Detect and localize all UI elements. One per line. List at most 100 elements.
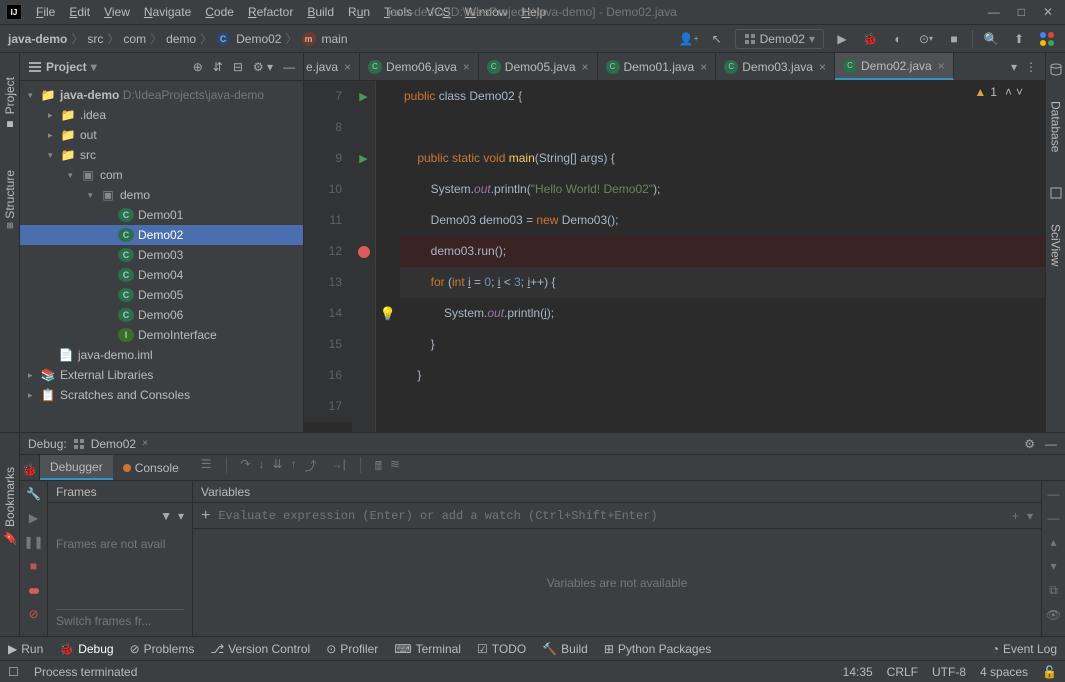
tree-root[interactable]: ▾📁java-demo D:\IdeaProjects\java-demo bbox=[20, 85, 303, 105]
tab-bookmarks[interactable]: 🔖 Bookmarks bbox=[1, 463, 19, 549]
select-opened-icon[interactable]: ⊕ bbox=[193, 60, 203, 74]
settings-icon[interactable]: ⚙ ▾ bbox=[253, 60, 273, 74]
run-gutter-icon[interactable]: ▶ bbox=[359, 152, 367, 165]
status-encoding[interactable]: UTF-8 bbox=[932, 665, 966, 679]
close-button[interactable]: ✕ bbox=[1043, 5, 1053, 19]
step-out-icon[interactable]: ↑ bbox=[291, 457, 297, 478]
tree-src[interactable]: ▾📁src bbox=[20, 145, 303, 165]
chevron-down-icon[interactable]: ˅ bbox=[1016, 85, 1023, 99]
tree-class-demo05[interactable]: CDemo05 bbox=[20, 285, 303, 305]
menu-refactor[interactable]: Refactor bbox=[242, 3, 299, 21]
close-icon[interactable]: × bbox=[700, 60, 707, 74]
trace-icon[interactable]: ≋ bbox=[390, 457, 400, 478]
maximize-button[interactable]: □ bbox=[1018, 5, 1025, 19]
tree-class-demo06[interactable]: CDemo06 bbox=[20, 305, 303, 325]
resume-icon[interactable]: ▶ bbox=[29, 511, 38, 525]
btab-python[interactable]: ⊞Python Packages bbox=[604, 642, 711, 656]
stop-icon[interactable]: ■ bbox=[30, 559, 37, 573]
intention-bulb-icon[interactable]: 💡 bbox=[380, 306, 396, 322]
down-icon[interactable]: ▾ bbox=[1050, 559, 1056, 573]
stop-button[interactable]: ■ bbox=[944, 29, 964, 49]
settings-wrench-icon[interactable]: 🔧 bbox=[26, 487, 41, 501]
crumb-method[interactable]: main bbox=[322, 32, 348, 46]
tab-structure[interactable]: ≡ Structure bbox=[1, 166, 19, 233]
crumb-demo[interactable]: demo bbox=[166, 32, 196, 46]
close-icon[interactable]: × bbox=[344, 60, 351, 74]
minimize-button[interactable]: ― bbox=[988, 5, 1000, 19]
collapse-all-icon[interactable]: ⊟ bbox=[233, 60, 243, 74]
search-icon[interactable]: 🔍 bbox=[981, 29, 1001, 49]
menu-build[interactable]: Build bbox=[301, 3, 340, 21]
tabs-dropdown-icon[interactable]: ▾ bbox=[1011, 60, 1017, 74]
tree-scratch[interactable]: ▸📋Scratches and Consoles bbox=[20, 385, 303, 405]
crumb-project[interactable]: java-demo bbox=[8, 32, 67, 46]
tab-sciview[interactable]: SciView bbox=[1047, 220, 1065, 270]
tree-iml[interactable]: 📄java-demo.iml bbox=[20, 345, 303, 365]
evaluate-icon[interactable]: 🖩 bbox=[375, 457, 382, 478]
run-gutter-icon[interactable]: ▶ bbox=[359, 90, 367, 103]
line-number[interactable]: 7 bbox=[304, 81, 352, 112]
tab-demo06[interactable]: CDemo06.java× bbox=[360, 53, 479, 80]
add-user-icon[interactable]: 👤+ bbox=[679, 29, 699, 49]
tree-class-demo04[interactable]: CDemo04 bbox=[20, 265, 303, 285]
status-indent[interactable]: 4 spaces bbox=[980, 665, 1028, 679]
back-icon[interactable]: ↖ bbox=[707, 29, 727, 49]
tab-demo02[interactable]: CDemo02.java× bbox=[835, 53, 954, 80]
up-icon[interactable]: ▴ bbox=[1050, 535, 1056, 549]
menu-view[interactable]: View bbox=[98, 3, 136, 21]
coverage-button[interactable]: ◐ bbox=[888, 29, 908, 49]
crumb-class[interactable]: Demo02 bbox=[236, 32, 281, 46]
close-icon[interactable]: × bbox=[463, 60, 470, 74]
step-into-icon[interactable]: ↓ bbox=[259, 457, 265, 478]
tab-project[interactable]: ■ Project bbox=[1, 73, 19, 136]
filter-icon[interactable]: ▼ bbox=[160, 509, 172, 523]
chevron-down-icon[interactable]: ▾ bbox=[178, 509, 184, 523]
tab-database[interactable]: Database bbox=[1047, 97, 1065, 156]
tab-demo01[interactable]: CDemo01.java× bbox=[598, 53, 717, 80]
btab-build[interactable]: 🔨Build bbox=[542, 642, 588, 656]
debugger-tab[interactable]: Debugger bbox=[40, 455, 113, 480]
mute-breakpoints-icon[interactable]: ⊘ bbox=[28, 607, 38, 621]
status-time[interactable]: 14:35 bbox=[843, 665, 873, 679]
run-button[interactable]: ▶ bbox=[832, 29, 852, 49]
remove-watch-icon[interactable]: — bbox=[1048, 511, 1060, 525]
force-step-into-icon[interactable]: ⇊ bbox=[273, 457, 283, 478]
breakpoint-icon[interactable] bbox=[358, 246, 370, 258]
more-icon[interactable]: ☰ bbox=[201, 457, 212, 478]
run-to-cursor-icon[interactable]: →| bbox=[331, 457, 346, 478]
debug-button[interactable]: 🐞 bbox=[860, 29, 880, 49]
profile-button[interactable]: ⊙▾ bbox=[916, 29, 936, 49]
btab-eventlog[interactable]: ◔Event Log bbox=[992, 642, 1057, 656]
close-icon[interactable]: × bbox=[582, 60, 589, 74]
tree-class-demo01[interactable]: CDemo01 bbox=[20, 205, 303, 225]
btab-profiler[interactable]: ⊙Profiler bbox=[326, 642, 378, 656]
copy-icon[interactable]: ⧉ bbox=[1049, 583, 1058, 598]
step-over-icon[interactable]: ↷ bbox=[241, 457, 251, 478]
tree-out[interactable]: ▸📁out bbox=[20, 125, 303, 145]
tree-demo[interactable]: ▾▣demo bbox=[20, 185, 303, 205]
hide-icon[interactable]: — bbox=[283, 60, 295, 74]
btab-debug[interactable]: 🐞Debug bbox=[59, 642, 113, 656]
readonly-lock-icon[interactable]: 🔓 bbox=[1042, 665, 1057, 679]
btab-todo[interactable]: ☑TODO bbox=[477, 642, 526, 656]
btab-problems[interactable]: ⊘Problems bbox=[130, 642, 195, 656]
debug-cfg-name[interactable]: Demo02 bbox=[91, 437, 136, 451]
close-icon[interactable]: × bbox=[938, 59, 945, 73]
rerun-icon[interactable]: 🐞 bbox=[22, 463, 37, 477]
tabs-more-icon[interactable]: ⋮ bbox=[1025, 60, 1037, 74]
project-view-selector[interactable]: Project ▾ bbox=[28, 60, 97, 74]
menu-file[interactable]: File bbox=[30, 3, 61, 21]
new-watch-icon[interactable]: — bbox=[1048, 487, 1060, 501]
console-tab[interactable]: Console bbox=[113, 455, 189, 480]
code-editor[interactable]: ▲1˄˅ 7 8 9 10 11 12 13 14 15 16 17 ▶ ▶ bbox=[304, 81, 1045, 432]
tree-extlib[interactable]: ▸📚External Libraries bbox=[20, 365, 303, 385]
settings-icon[interactable]: ⚙ bbox=[1024, 437, 1035, 451]
tree-class-demo02[interactable]: CDemo02 bbox=[20, 225, 303, 245]
chevron-up-icon[interactable]: ˄ bbox=[1005, 85, 1012, 99]
close-icon[interactable]: × bbox=[819, 60, 826, 74]
update-icon[interactable]: ⬆ bbox=[1009, 29, 1029, 49]
tab-partial[interactable]: e.java× bbox=[304, 53, 360, 80]
status-line-sep[interactable]: CRLF bbox=[887, 665, 918, 679]
tool-windows-icon[interactable]: ☐ bbox=[8, 665, 22, 679]
tab-demo03[interactable]: CDemo03.java× bbox=[716, 53, 835, 80]
